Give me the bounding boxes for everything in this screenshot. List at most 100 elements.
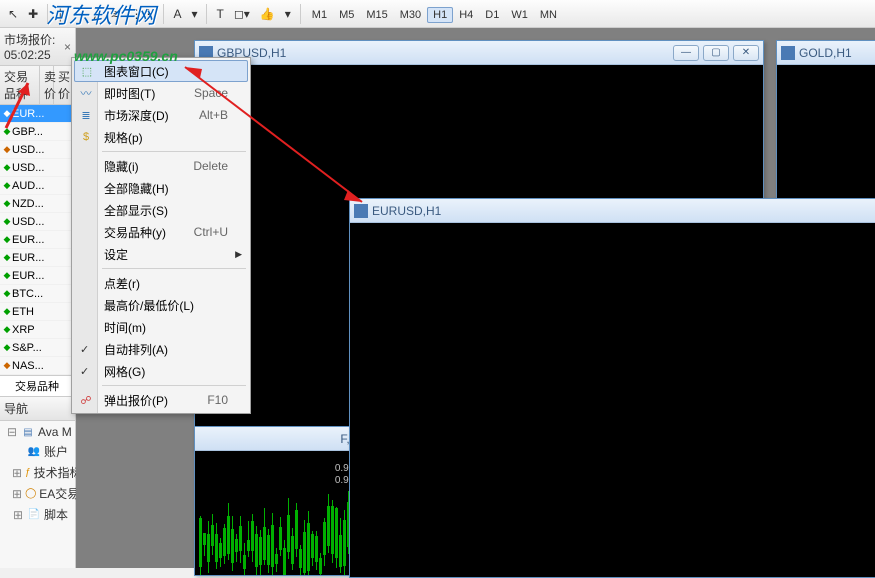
label-tool-icon[interactable]: T: [212, 5, 227, 23]
symbol-row[interactable]: ◆ETH: [0, 303, 75, 321]
symbol-row[interactable]: ◆USD...: [0, 141, 75, 159]
chart-canvas[interactable]: [350, 223, 875, 577]
vline-tool-icon[interactable]: │: [53, 5, 69, 23]
chart-window-bottom[interactable]: F,H4 0.90208 0.90249: [194, 426, 374, 576]
nav-item-icon: ƒ: [25, 466, 31, 480]
text-dropdown-icon[interactable]: ▾: [187, 5, 201, 23]
nav-root[interactable]: ⊟ ▤ Ava M: [2, 423, 73, 441]
symbol-name: ETH: [12, 306, 73, 318]
timeframe-h1[interactable]: H1: [427, 7, 453, 23]
direction-up-icon: ◆: [2, 288, 12, 299]
menu-item[interactable]: 交易品种(y)Ctrl+U: [74, 221, 248, 243]
symbol-name: XRP: [12, 324, 73, 336]
menu-item[interactable]: ✓自动排列(A): [74, 338, 248, 360]
trendline-tool-icon[interactable]: ╱: [89, 5, 104, 23]
maximize-button[interactable]: ▢: [703, 45, 729, 61]
symbol-name: EUR...: [12, 252, 73, 264]
crosshair-tool-icon[interactable]: ✚: [24, 5, 42, 23]
hline-tool-icon[interactable]: ─: [71, 5, 88, 23]
cursor-tool-icon[interactable]: ↖: [4, 5, 22, 23]
symbol-row[interactable]: ◆GBP...: [0, 123, 75, 141]
timeframe-h4[interactable]: H4: [453, 7, 479, 23]
symbol-row[interactable]: ◆XRP: [0, 321, 75, 339]
symbol-row[interactable]: ◆USD...: [0, 159, 75, 177]
symbol-name: NAS...: [12, 360, 73, 372]
timeframe-m15[interactable]: M15: [360, 7, 393, 23]
symbol-row[interactable]: ◆AUD...: [0, 177, 75, 195]
titlebar[interactable]: EURUSD,H1: [350, 199, 875, 223]
fibo-tool-icon[interactable]: ⋮⋮: [126, 5, 158, 23]
titlebar[interactable]: GOLD,H1: [777, 41, 875, 65]
menu-item[interactable]: ⬚图表窗口(C): [74, 60, 248, 82]
titlebar[interactable]: GBPUSD,H1 — ▢ ✕: [195, 41, 763, 65]
timeframe-w1[interactable]: W1: [505, 7, 534, 23]
menu-item[interactable]: ☍弹出报价(P)F10: [74, 389, 248, 411]
window-title: GOLD,H1: [799, 46, 875, 60]
menu-item-label: 设定: [104, 246, 228, 263]
menu-item-label: 网格(G): [104, 363, 228, 380]
server-icon: ▤: [21, 425, 35, 439]
chart-window-eurusd[interactable]: EURUSD,H1: [349, 198, 875, 578]
direction-up-icon: ◆: [2, 162, 12, 173]
menu-item[interactable]: $规格(p): [74, 126, 248, 148]
menu-item[interactable]: 时间(m): [74, 316, 248, 338]
menu-item[interactable]: 全部显示(S): [74, 199, 248, 221]
menu-item[interactable]: 全部隐藏(H): [74, 177, 248, 199]
symbol-row[interactable]: ◆USD...: [0, 213, 75, 231]
navigator-header: 导航: [0, 396, 75, 421]
symbol-row[interactable]: ◆BTC...: [0, 285, 75, 303]
nav-item[interactable]: ⊞ƒ技术指标: [2, 462, 73, 483]
symbol-row[interactable]: ◆EUR...: [0, 231, 75, 249]
top-toolbar: ↖ ✚ │ ─ ╱ ≋ ⋮⋮ A ▾ T ◻▾ 👍 ▾ M1M5M15M30H1…: [0, 0, 875, 28]
menu-item-shortcut: Alt+B: [199, 108, 228, 122]
menu-item-label: 时间(m): [104, 319, 228, 336]
menu-item[interactable]: 〰即时图(T)Space: [74, 82, 248, 104]
chart-icon: [781, 46, 795, 60]
symbol-row[interactable]: ◆NZD...: [0, 195, 75, 213]
symbol-name: USD...: [12, 144, 73, 156]
menu-item-shortcut: Ctrl+U: [194, 225, 228, 239]
chart-canvas[interactable]: 0.90208 0.90249: [195, 451, 373, 575]
titlebar[interactable]: F,H4: [195, 427, 373, 451]
timeframe-m1[interactable]: M1: [306, 7, 333, 23]
menu-item[interactable]: ≣市场深度(D)Alt+B: [74, 104, 248, 126]
close-icon[interactable]: ×: [64, 40, 71, 54]
symbol-row[interactable]: ◆EUR...: [0, 105, 75, 123]
symbol-row[interactable]: ◆NAS...: [0, 357, 75, 375]
timeframe-m30[interactable]: M30: [394, 7, 427, 23]
check-icon: ✓: [80, 365, 89, 378]
close-button[interactable]: ✕: [733, 45, 759, 61]
timeframe-mn[interactable]: MN: [534, 7, 563, 23]
symbol-row[interactable]: ◆EUR...: [0, 249, 75, 267]
timeframe-m5[interactable]: M5: [333, 7, 360, 23]
menu-item[interactable]: 隐藏(i)Delete: [74, 155, 248, 177]
menu-item-shortcut: Space: [194, 86, 228, 100]
nav-item[interactable]: 👥账户: [2, 441, 73, 462]
menu-item[interactable]: 最高价/最低价(L): [74, 294, 248, 316]
chart-icon: [354, 204, 368, 218]
channel-tool-icon[interactable]: ≋: [106, 5, 124, 23]
col-bid: 卖价: [40, 66, 54, 104]
symbol-name: GBP...: [12, 126, 73, 138]
tree-minus-icon: ⊟: [6, 425, 18, 439]
timeframe-d1[interactable]: D1: [479, 7, 505, 23]
market-watch-header: 市场报价: 05:02:25 ×: [0, 28, 75, 66]
minimize-button[interactable]: —: [673, 45, 699, 61]
shapes-dropdown-icon[interactable]: ◻▾: [230, 5, 254, 23]
thumbs-up-icon[interactable]: 👍: [256, 5, 279, 23]
nav-item-icon: 📄: [27, 508, 41, 522]
nav-item[interactable]: ⊞◯EA交易: [2, 483, 73, 504]
text-tool-button[interactable]: A: [169, 5, 185, 23]
menu-item[interactable]: 设定▶: [74, 243, 248, 265]
menu-item[interactable]: ✓ 网格(G): [74, 360, 248, 382]
sidebar: 市场报价: 05:02:25 × 交易品种 卖价 买价 ◆EUR...◆GBP.…: [0, 28, 76, 568]
menu-item[interactable]: 点差(r): [74, 272, 248, 294]
direction-up-icon: ◆: [2, 270, 12, 281]
symbol-row[interactable]: ◆EUR...: [0, 267, 75, 285]
nav-item[interactable]: ⊞📄脚本: [2, 504, 73, 525]
tab-symbols[interactable]: 交易品种: [0, 376, 75, 396]
arrow-dropdown-icon[interactable]: ▾: [281, 5, 295, 23]
direction-up-icon: ◆: [2, 198, 12, 209]
menu-item-label: 全部隐藏(H): [104, 180, 228, 197]
symbol-row[interactable]: ◆S&P...: [0, 339, 75, 357]
